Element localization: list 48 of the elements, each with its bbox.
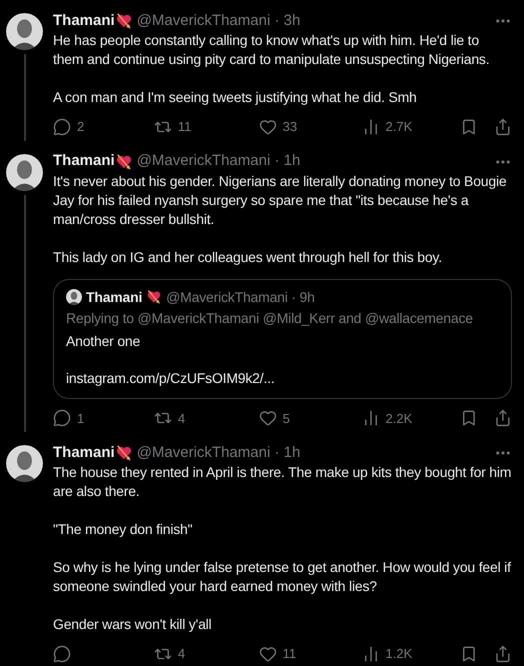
avatar[interactable] bbox=[66, 289, 82, 305]
tweet-text: This lady on IG and her colleagues went through hell for this boy. bbox=[53, 248, 443, 266]
reply-icon[interactable] bbox=[53, 409, 71, 428]
reply-icon[interactable] bbox=[53, 118, 71, 136]
heart-arrow-icon bbox=[114, 12, 133, 30]
author-name[interactable]: Thamani bbox=[53, 150, 115, 173]
tweet-text: "The money don finish" bbox=[53, 520, 194, 539]
handle-and-time: @MaverickThamani · 9h bbox=[166, 288, 315, 306]
reply-count: 1 bbox=[77, 410, 84, 428]
share-icon[interactable] bbox=[494, 409, 512, 428]
tweet-text: A con man and I'm seeing tweets justifying what he did. Smh bbox=[53, 88, 418, 107]
quoted-text: Another one bbox=[66, 332, 142, 350]
handle-and-time: @MaverickThamani · 1h bbox=[136, 151, 300, 172]
heart-arrow-icon bbox=[146, 289, 162, 305]
heart-arrow-icon bbox=[114, 152, 133, 170]
views-count: 2.7K bbox=[386, 118, 412, 136]
repost-count: 4 bbox=[178, 645, 186, 663]
handle-and-time: @MaverickThamani · 1h bbox=[136, 442, 300, 463]
avatar[interactable] bbox=[6, 13, 43, 50]
quoted-tweet[interactable]: Thamani @MaverickThamani · 9h Replying to @MaverickThamani @Mild_Kerr and @wallacemenace Another one instagram.com/p/CzUFsOIM9k2/... bbox=[53, 278, 512, 398]
author-name[interactable]: Thamani bbox=[53, 10, 115, 32]
repost-count: 4 bbox=[178, 410, 186, 428]
tweet-text: So why is he lying under false pretense to get another. How would you feel if someone swindled your hard earned money with lies? bbox=[53, 558, 512, 596]
like-icon[interactable] bbox=[258, 118, 277, 136]
like-count: 5 bbox=[282, 410, 290, 428]
like-icon[interactable] bbox=[258, 409, 277, 428]
handle-and-time: @MaverickThamani · 3h bbox=[136, 10, 300, 31]
share-icon[interactable] bbox=[494, 644, 512, 663]
quoted-text: instagram.com/p/CzUFsOIM9k2/... bbox=[66, 368, 276, 388]
like-count: 11 bbox=[282, 645, 296, 663]
tweet-text: Gender wars won't kill y'all bbox=[53, 615, 212, 634]
tweet-text: He has people constantly calling to know what's up with him. He'd lie to them and continue using pity card to manipulate unsuspecting Nigerians. bbox=[53, 31, 490, 69]
reply-count: 2 bbox=[77, 118, 84, 136]
author-name[interactable]: Thamani bbox=[86, 288, 142, 306]
reply-icon[interactable] bbox=[53, 644, 71, 663]
author-name[interactable]: Thamani bbox=[53, 442, 115, 464]
like-icon[interactable] bbox=[258, 644, 277, 663]
avatar[interactable] bbox=[6, 154, 43, 190]
share-icon[interactable] bbox=[494, 118, 512, 136]
replying-to-text: Replying to @MaverickThamani @Mild_Kerr and @wallacemenace bbox=[66, 308, 474, 328]
views-count: 2.2K bbox=[386, 410, 412, 428]
avatar[interactable] bbox=[6, 445, 43, 482]
tweet-text: It's never about his gender. Nigerians are literally donating money to Bougie Jay for his failed nyansh surgery so spare me that "its because he's a man/cross dresser bullshit. bbox=[53, 172, 508, 228]
repost-count: 11 bbox=[178, 118, 192, 136]
heart-arrow-icon bbox=[114, 444, 133, 462]
tweet-text: The house they rented in April is there. The make up kits they bought for him are also there. bbox=[53, 463, 512, 501]
like-count: 33 bbox=[282, 118, 298, 136]
views-count: 1.2K bbox=[386, 645, 412, 663]
